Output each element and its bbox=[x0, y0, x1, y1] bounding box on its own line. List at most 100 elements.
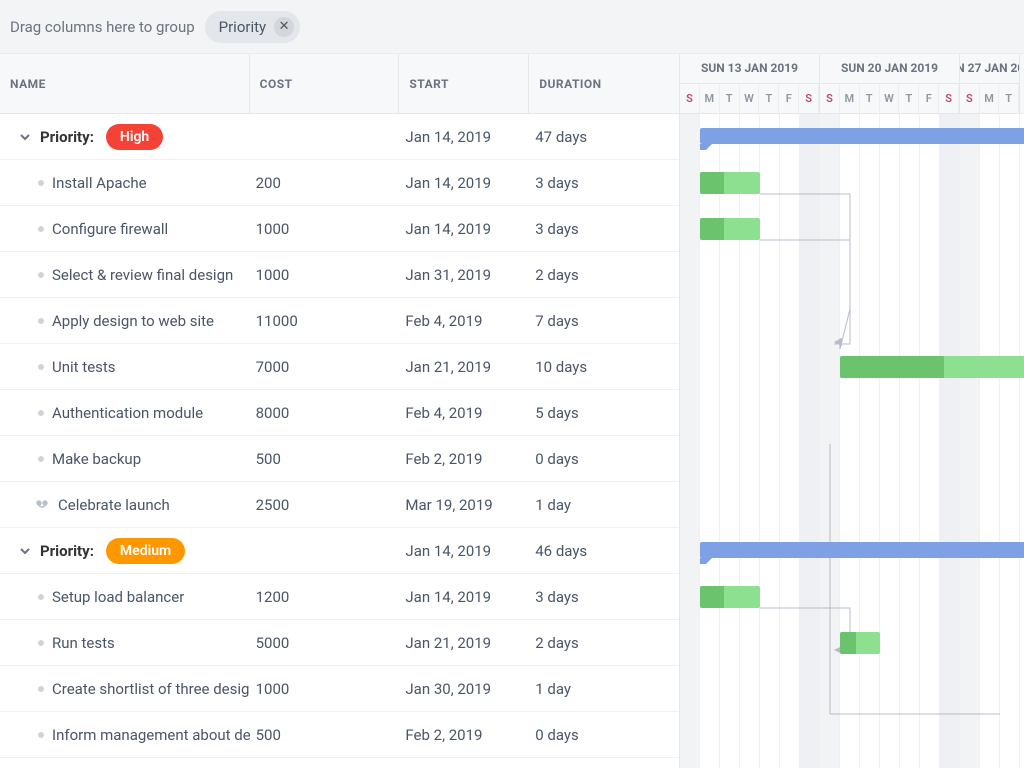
task-duration: 1 day bbox=[529, 680, 679, 698]
task-start: Jan 30, 2019 bbox=[399, 680, 529, 698]
task-duration: 2 days bbox=[529, 266, 679, 284]
task-duration: 5 days bbox=[529, 404, 679, 422]
bullet-icon bbox=[38, 272, 44, 278]
task-start: Feb 4, 2019 bbox=[399, 404, 529, 422]
task-start: Jan 14, 2019 bbox=[399, 220, 529, 238]
day-header: T bbox=[720, 84, 740, 113]
task-name: Configure firewall bbox=[52, 220, 168, 238]
group-start: Jan 14, 2019 bbox=[399, 128, 529, 146]
bullet-icon bbox=[38, 594, 44, 600]
day-header: T bbox=[899, 84, 919, 113]
task-name: Run tests bbox=[52, 634, 115, 652]
group-duration: 46 days bbox=[529, 542, 679, 560]
day-header: M bbox=[980, 84, 1000, 113]
task-row[interactable]: Select & review final design1000Jan 31, … bbox=[0, 252, 679, 298]
group-row[interactable]: Priority: High Jan 14, 201947 days bbox=[0, 114, 679, 160]
timeline-week: SUN 20 JAN 2019SMTWTFS bbox=[820, 54, 960, 113]
task-cost: 1000 bbox=[250, 680, 400, 698]
group-start: Jan 14, 2019 bbox=[399, 542, 529, 560]
group-tag-label: Priority bbox=[219, 18, 266, 36]
task-row[interactable]: Setup load balancer1200Jan 14, 20193 day… bbox=[0, 574, 679, 620]
task-row[interactable]: Install Apache200Jan 14, 20193 days bbox=[0, 160, 679, 206]
bullet-icon bbox=[38, 410, 44, 416]
task-duration: 7 days bbox=[529, 312, 679, 330]
bullet-icon bbox=[38, 226, 44, 232]
bullet-icon bbox=[38, 318, 44, 324]
group-bar[interactable]: Drag columns here to group Priority ✕ bbox=[0, 0, 1024, 54]
task-row[interactable]: Apply design to web site 11000Feb 4, 2019… bbox=[0, 298, 679, 344]
group-row[interactable]: Priority:MediumJan 14, 201946 days bbox=[0, 528, 679, 574]
col-header-duration[interactable]: DURATION bbox=[529, 54, 679, 113]
day-header: S bbox=[820, 84, 840, 113]
task-cost: 1000 bbox=[250, 220, 400, 238]
col-header-start[interactable]: START bbox=[399, 54, 529, 113]
task-duration: 2 days bbox=[529, 634, 679, 652]
day-header: F bbox=[779, 84, 799, 113]
gantt-panel[interactable]: SUN 13 JAN 2019SMTWTFSSUN 20 JAN 2019SMT… bbox=[680, 54, 1024, 768]
task-row[interactable]: Configure firewall 1000Jan 14, 20193 days bbox=[0, 206, 679, 252]
task-start: Feb 4, 2019 bbox=[399, 312, 529, 330]
task-name: Authentication module bbox=[52, 404, 203, 422]
task-name: Inform management about decision bbox=[52, 726, 250, 744]
chevron-down-icon[interactable] bbox=[18, 544, 32, 558]
task-bar[interactable] bbox=[700, 586, 760, 608]
task-start: Jan 31, 2019 bbox=[399, 266, 529, 284]
task-row[interactable]: Authentication module8000Feb 4, 20195 da… bbox=[0, 390, 679, 436]
group-duration: 47 days bbox=[529, 128, 679, 146]
day-header: T bbox=[759, 84, 779, 113]
task-duration: 3 days bbox=[529, 174, 679, 192]
day-header: T bbox=[860, 84, 880, 113]
task-start: Feb 2, 2019 bbox=[399, 450, 529, 468]
task-row[interactable]: Make backup500Feb 2, 20190 days bbox=[0, 436, 679, 482]
task-name: Setup load balancer bbox=[52, 588, 184, 606]
task-bar[interactable] bbox=[700, 172, 760, 194]
task-name: Apply design to web site bbox=[52, 312, 214, 330]
task-row[interactable]: Create shortlist of three designs1000Jan… bbox=[0, 666, 679, 712]
task-bar[interactable] bbox=[840, 632, 880, 654]
priority-badge: High bbox=[106, 124, 163, 150]
task-row[interactable]: Unit tests 7000Jan 21, 201910 days bbox=[0, 344, 679, 390]
chevron-down-icon[interactable] bbox=[18, 130, 32, 144]
task-bar[interactable] bbox=[700, 218, 760, 240]
summary-bar[interactable] bbox=[700, 542, 1024, 558]
task-row[interactable]: Inform management about decision500Feb 2… bbox=[0, 712, 679, 758]
col-header-cost[interactable]: COST bbox=[250, 54, 400, 113]
bullet-icon bbox=[38, 640, 44, 646]
task-start: Jan 21, 2019 bbox=[399, 358, 529, 376]
remove-group-icon[interactable]: ✕ bbox=[274, 17, 294, 37]
task-row[interactable]: Run tests5000Jan 21, 20192 days bbox=[0, 620, 679, 666]
task-duration: 10 days bbox=[529, 358, 679, 376]
day-header: W bbox=[740, 84, 760, 113]
task-name: Unit tests bbox=[52, 358, 116, 376]
bullet-icon bbox=[38, 364, 44, 370]
task-cost: 11000 bbox=[250, 312, 400, 330]
task-duration: 0 days bbox=[529, 726, 679, 744]
task-cost: 2500 bbox=[250, 496, 400, 514]
col-header-name[interactable]: NAME bbox=[0, 54, 250, 113]
priority-badge: Medium bbox=[106, 538, 185, 564]
group-tag-priority[interactable]: Priority ✕ bbox=[205, 11, 300, 43]
task-cost: 7000 bbox=[250, 358, 400, 376]
timeline-week: SUN 27 JAN 2019SMT bbox=[960, 54, 1020, 113]
task-name: Install Apache bbox=[52, 174, 147, 192]
day-header: S bbox=[939, 84, 959, 113]
task-cost: 5000 bbox=[250, 634, 400, 652]
task-start: Feb 2, 2019 bbox=[399, 726, 529, 744]
bullet-icon bbox=[38, 686, 44, 692]
task-start: Jan 14, 2019 bbox=[399, 174, 529, 192]
task-cost: 500 bbox=[250, 450, 400, 468]
summary-bar[interactable] bbox=[700, 128, 1024, 144]
grid-panel: NAME COST START DURATION Priority: High Ja… bbox=[0, 54, 680, 768]
week-label: SUN 13 JAN 2019 bbox=[680, 54, 819, 84]
task-duration: 3 days bbox=[529, 220, 679, 238]
task-duration: 1 day bbox=[529, 496, 679, 514]
task-bar[interactable] bbox=[840, 356, 1024, 378]
day-header: S bbox=[680, 84, 700, 113]
task-row[interactable]: Celebrate launch2500Mar 19, 20191 day bbox=[0, 482, 679, 528]
task-name: Create shortlist of three designs bbox=[52, 680, 250, 698]
day-header: F bbox=[919, 84, 939, 113]
column-headers: NAME COST START DURATION bbox=[0, 54, 679, 114]
group-priority-label: Priority: bbox=[40, 128, 94, 146]
day-header: S bbox=[960, 84, 980, 113]
day-header: M bbox=[840, 84, 860, 113]
